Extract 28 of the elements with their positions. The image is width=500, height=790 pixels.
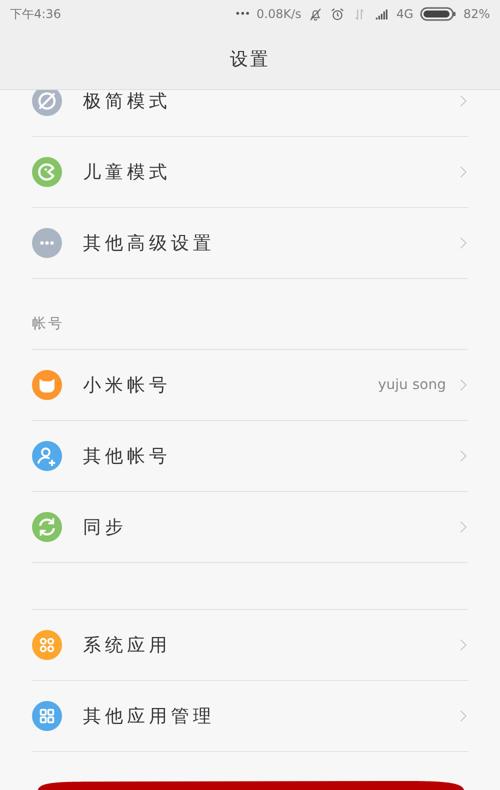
alarm-icon [330, 6, 346, 22]
muted-bell-icon [308, 6, 324, 22]
screen-title: 设置 [229, 48, 271, 72]
signal-icon [374, 6, 390, 22]
settings-item[interactable]: 其他高级设置 [32, 208, 468, 279]
item-label: 同步 [83, 516, 128, 539]
item-label: 其他高级设置 [83, 232, 216, 255]
clock-time: 下午4:36 [10, 6, 61, 22]
item-label: 极简模式 [83, 90, 172, 113]
more-indicator: ••• [234, 8, 250, 20]
settings-item[interactable]: 小米帐号 yuju song [32, 350, 468, 421]
section-header: 帐号 [32, 279, 468, 350]
settings-item[interactable]: 系统应用 [32, 610, 468, 681]
settings-item[interactable]: 其他帐号 [32, 421, 468, 492]
settings-item[interactable]: 极简模式 [32, 90, 468, 137]
settings-item[interactable]: 同步 [32, 492, 468, 563]
item-label: 儿童模式 [83, 161, 172, 184]
item-label: 其他帐号 [83, 445, 172, 468]
item-label: 系统应用 [83, 634, 172, 657]
battery-percent: 82% [463, 7, 490, 21]
network-type: 4G [396, 7, 414, 21]
item-label: 小米帐号 [83, 374, 172, 397]
battery-icon [420, 6, 456, 22]
network-speed: 0.08K/s [256, 7, 302, 21]
settings-item[interactable]: 其他应用管理 [32, 681, 468, 752]
settings-item[interactable]: 儿童模式 [32, 137, 468, 208]
item-label: 其他应用管理 [83, 705, 216, 728]
item-value: yuju song [378, 377, 446, 393]
